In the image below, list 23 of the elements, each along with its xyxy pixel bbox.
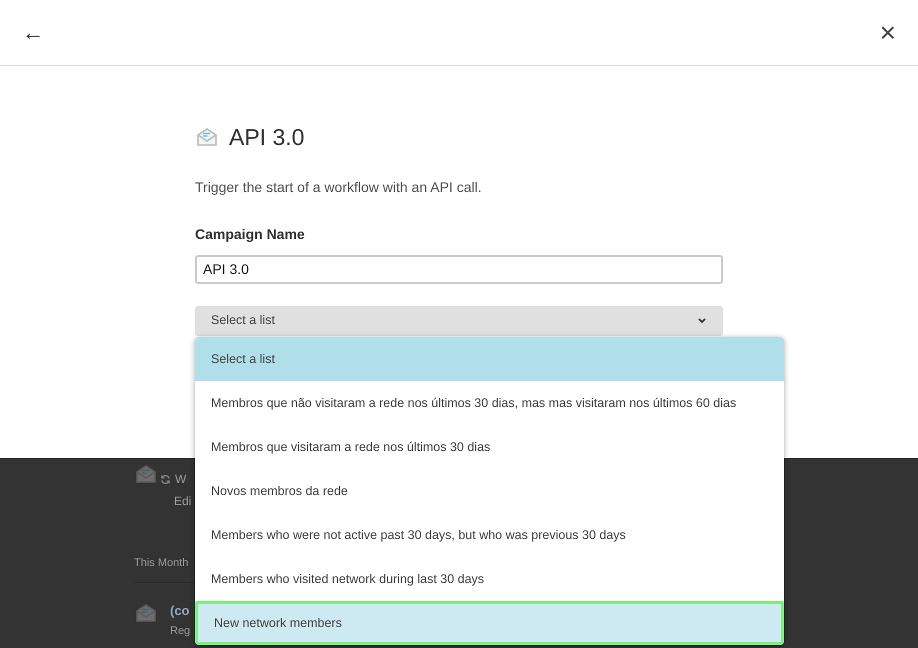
campaign-name-field[interactable]: API 3.0 xyxy=(195,254,723,284)
item-meta: Edi xyxy=(174,493,192,510)
dropdown-option[interactable]: New network members xyxy=(195,601,784,645)
dropdown-option[interactable]: Members who visited network during last 30 days xyxy=(195,557,784,601)
close-button[interactable]: × xyxy=(880,18,896,46)
dropdown-option[interactable]: Novos membros da rede xyxy=(195,469,784,513)
description: Trigger the start of a workflow with an API call. xyxy=(195,178,483,197)
item-meta: W xyxy=(175,471,186,488)
section-heading: This Month xyxy=(134,557,188,569)
dropdown-option[interactable]: Membros que não visitaram a rede nos últimos 30 dias, mas mas visitaram nos últimos 60 dias xyxy=(195,381,784,425)
dropdown-option[interactable]: Select a list xyxy=(195,337,784,381)
list-select[interactable]: Select a list xyxy=(195,306,723,336)
envelope-icon xyxy=(134,601,158,625)
page-title: API 3.0 xyxy=(229,123,304,152)
chevron-down-icon xyxy=(697,316,707,324)
refresh-icon xyxy=(160,474,171,484)
dropdown-option[interactable]: Membros que visitaram a rede nos últimos 30 dias xyxy=(195,425,784,469)
envelope-icon xyxy=(134,462,158,486)
field-label: Campaign Name xyxy=(195,224,306,244)
item-meta: Reg xyxy=(170,624,190,638)
back-button[interactable]: ← xyxy=(22,22,44,44)
dropdown-option[interactable]: Members who were not active past 30 days, but who was previous 30 days xyxy=(195,513,784,557)
item-title: (co xyxy=(170,602,190,620)
